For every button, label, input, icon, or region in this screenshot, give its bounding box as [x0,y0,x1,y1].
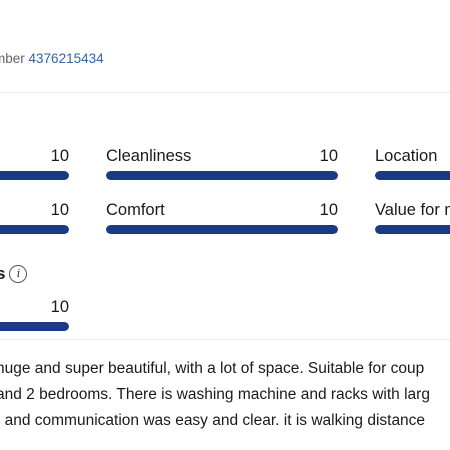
score-value: 10 [319,201,338,219]
score-item-value-for-money: Value for m [375,201,450,235]
info-icon[interactable]: i [9,265,28,283]
registration-number-line: mber 4376215434 [0,51,104,66]
score-bar-fill [375,225,450,234]
top-divider [0,92,450,93]
score-item-cleanliness: Cleanliness 10 [106,147,338,181]
property-details-panel: mber 4376215434 10 Cleanliness 10 Locati… [0,0,450,450]
score-bar-fill [0,171,69,180]
score-value: 10 [50,147,69,165]
score-label: Value for m [375,201,450,219]
score-item-row1-col1: 10 [0,147,69,181]
review-line: , and communication was easy and clear. … [0,412,426,429]
score-bar-fill [106,171,338,180]
score-item-location: Location [375,147,450,181]
score-item-row2-col1: 10 [0,201,69,235]
score-bar-fill [0,225,69,234]
subsection-title: si [0,264,28,284]
score-bar [0,322,69,331]
score-value: 10 [319,147,338,165]
score-label: Location [375,147,438,165]
registration-number: 4376215434 [28,51,104,66]
score-value: 10 [50,298,69,316]
score-label: Cleanliness [106,147,192,165]
review-text: huge and super beautiful, with a lot of … [0,356,450,434]
score-label: Comfort [106,201,165,219]
score-bar [375,171,450,180]
score-bar [106,225,338,234]
score-item-subsection: 10 [0,298,69,332]
reviews-divider [0,339,450,340]
score-bar [375,225,450,234]
score-bar-fill [0,322,69,331]
score-bar [0,225,69,234]
score-value: 10 [50,201,69,219]
subsection-title-text: s [0,264,6,283]
review-line: huge and super beautiful, with a lot of … [0,360,425,377]
score-bar [106,171,338,180]
score-bar [0,171,69,180]
score-item-comfort: Comfort 10 [106,201,338,235]
score-bar-fill [375,171,450,180]
score-bar-fill [106,225,338,234]
registration-prefix: mber [0,51,25,66]
review-line: and 2 bedrooms. There is washing machine… [0,386,430,403]
